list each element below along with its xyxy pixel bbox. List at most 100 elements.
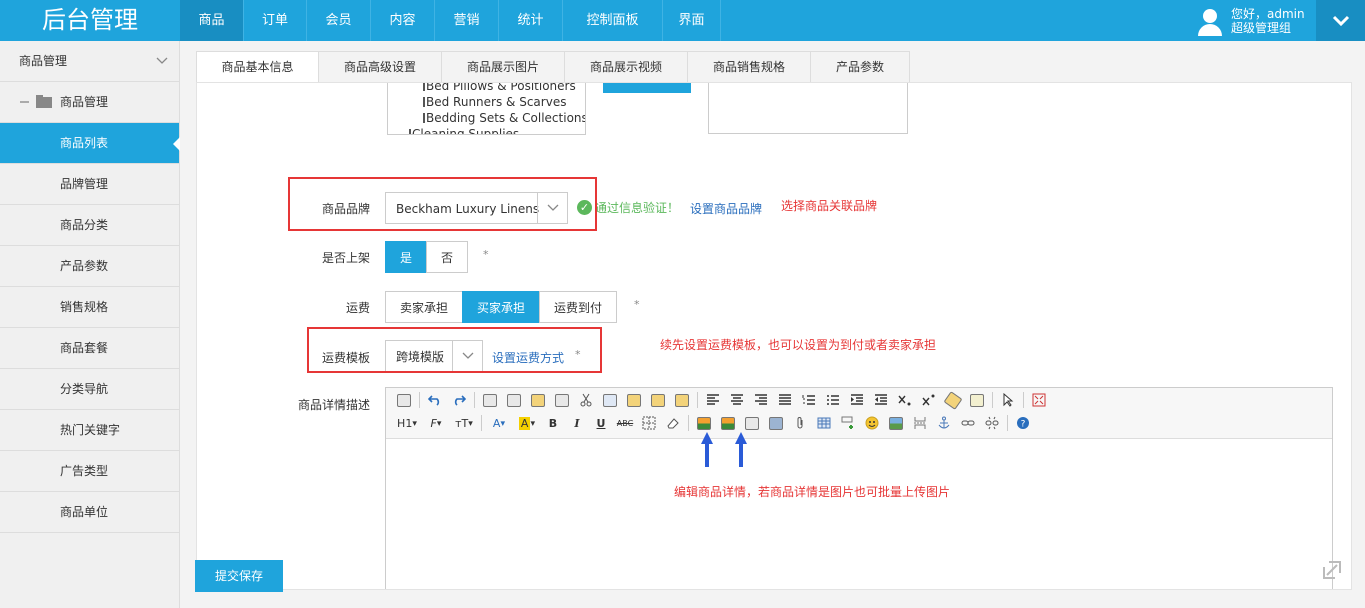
table-border-icon[interactable] xyxy=(637,412,661,434)
print-icon[interactable] xyxy=(502,389,526,411)
ordered-list-icon[interactable] xyxy=(797,389,821,411)
anchor-icon[interactable] xyxy=(932,412,956,434)
preview-icon[interactable] xyxy=(478,389,502,411)
nav-item-content[interactable]: 内容 xyxy=(371,0,435,41)
align-justify-icon[interactable] xyxy=(773,389,797,411)
sidebar-item-goods-list[interactable]: 商品列表 xyxy=(0,123,180,164)
underline-icon[interactable]: U xyxy=(589,412,613,434)
align-right-icon[interactable] xyxy=(749,389,773,411)
sidebar-item-sales-specs[interactable]: 销售规格 xyxy=(0,287,179,328)
insert-row-icon[interactable] xyxy=(836,412,860,434)
tab-basic-info[interactable]: 商品基本信息 xyxy=(196,51,319,82)
brand-annotation: 选择商品关联品牌 xyxy=(781,199,878,213)
superscript-icon[interactable] xyxy=(917,389,941,411)
submit-save-button[interactable]: 提交保存 xyxy=(195,560,283,592)
nav-item-members[interactable]: 会员 xyxy=(307,0,371,41)
align-left-icon[interactable] xyxy=(701,389,725,411)
editor-toolbar: H1 ▾ F ▾ тT ▾ A ▾ A ▾ B I U ABC ? xyxy=(386,388,1332,439)
sidebar-item-goods-category[interactable]: 商品分类 xyxy=(0,205,179,246)
undo-icon[interactable] xyxy=(423,389,447,411)
font-family-dropdown[interactable]: F ▾ xyxy=(422,412,450,434)
heading-dropdown[interactable]: H1 ▾ xyxy=(392,412,422,434)
shipping-buyer-button[interactable]: 买家承担 xyxy=(462,291,541,323)
clear-format-icon[interactable] xyxy=(941,389,965,411)
nav-item-control-panel[interactable]: 控制面板 xyxy=(563,0,663,41)
category-item[interactable]: Cleaning Supplies xyxy=(408,126,519,134)
subscript-icon[interactable] xyxy=(893,389,917,411)
shipping-seller-button[interactable]: 卖家承担 xyxy=(385,291,464,323)
nav-item-goods[interactable]: 商品 xyxy=(180,0,244,41)
attachment-icon[interactable] xyxy=(788,412,812,434)
user-greeting: 您好，admin xyxy=(1231,6,1305,21)
paste-text-icon[interactable] xyxy=(646,389,670,411)
user-menu-chevron-down-icon[interactable] xyxy=(1316,0,1365,41)
code-icon[interactable] xyxy=(550,389,574,411)
detail-label: 商品详情描述 xyxy=(297,398,370,412)
sidebar-group-goods-management[interactable]: 商品管理 xyxy=(0,82,179,123)
tab-bar: 商品基本信息 商品高级设置 商品展示图片 商品展示视频 商品销售规格 产品参数 xyxy=(196,51,910,82)
tab-product-params[interactable]: 产品参数 xyxy=(810,51,910,82)
select-all-icon[interactable] xyxy=(965,389,989,411)
sidebar-item-goods-package[interactable]: 商品套餐 xyxy=(0,328,179,369)
sidebar-item-product-params[interactable]: 产品参数 xyxy=(0,246,179,287)
unlink-icon[interactable] xyxy=(980,412,1004,434)
emoticon-icon[interactable] xyxy=(860,412,884,434)
copy-icon[interactable] xyxy=(598,389,622,411)
tab-advanced-settings[interactable]: 商品高级设置 xyxy=(318,51,442,82)
on-sale-no-button[interactable]: 否 xyxy=(426,241,469,273)
unordered-list-icon[interactable] xyxy=(821,389,845,411)
category-tree[interactable]: Bed Pillows & Positioners Bed Runners & … xyxy=(387,83,586,135)
bold-icon[interactable]: B xyxy=(541,412,565,434)
table-icon[interactable] xyxy=(812,412,836,434)
highlight-color-dropdown[interactable]: A ▾ xyxy=(513,412,541,434)
sidebar-item-goods-units[interactable]: 商品单位 xyxy=(0,492,179,533)
font-color-dropdown[interactable]: A ▾ xyxy=(485,412,513,434)
source-icon[interactable] xyxy=(392,389,416,411)
paste-word-icon[interactable] xyxy=(670,389,694,411)
nav-item-interface[interactable]: 界面 xyxy=(663,0,721,41)
main-nav: 商品 订单 会员 内容 营销 统计 控制面板 界面 xyxy=(180,0,721,41)
italic-icon[interactable]: I xyxy=(565,412,589,434)
fullscreen-icon[interactable] xyxy=(1027,389,1051,411)
nav-item-stats[interactable]: 统计 xyxy=(499,0,563,41)
category-item[interactable]: Bed Runners & Scarves xyxy=(422,94,566,110)
redo-icon[interactable] xyxy=(447,389,471,411)
paste-icon[interactable] xyxy=(622,389,646,411)
tab-display-video[interactable]: 商品展示视频 xyxy=(564,51,688,82)
sidebar-item-brand-management[interactable]: 品牌管理 xyxy=(0,164,179,205)
nav-item-orders[interactable]: 订单 xyxy=(244,0,307,41)
category-action-button[interactable] xyxy=(603,83,691,93)
sidebar-section-goods-management[interactable]: 商品管理 xyxy=(0,41,179,82)
sidebar-item-hot-keywords[interactable]: 热门关键字 xyxy=(0,410,179,451)
tab-display-images[interactable]: 商品展示图片 xyxy=(441,51,565,82)
help-icon[interactable]: ? xyxy=(1011,412,1035,434)
sidebar: 商品管理 商品管理 商品列表 品牌管理 商品分类 产品参数 销售规格 商品套餐 … xyxy=(0,41,180,608)
cursor-icon[interactable] xyxy=(996,389,1020,411)
outdent-icon[interactable] xyxy=(869,389,893,411)
resize-corner-icon[interactable] xyxy=(1321,559,1343,584)
shipping-toggle: 卖家承担 买家承担 运费到付 xyxy=(385,291,618,323)
image-gallery-icon[interactable] xyxy=(884,412,908,434)
user-info[interactable]: 您好，admin 超级管理组 xyxy=(1195,0,1305,41)
link-icon[interactable] xyxy=(956,412,980,434)
set-brand-link[interactable]: 设置商品品牌 xyxy=(690,200,762,217)
align-center-icon[interactable] xyxy=(725,389,749,411)
tab-sales-specs[interactable]: 商品销售规格 xyxy=(687,51,811,82)
category-item[interactable]: Bed Pillows & Positioners xyxy=(423,83,576,94)
editor-annotation: 编辑商品详情，若商品详情是图片也可批量上传图片 xyxy=(674,485,951,499)
strikethrough-icon[interactable]: ABC xyxy=(613,412,637,434)
nav-item-marketing[interactable]: 营销 xyxy=(435,0,499,41)
template-icon[interactable] xyxy=(526,389,550,411)
category-item[interactable]: Bedding Sets & Collections xyxy=(423,110,585,126)
sidebar-item-category-nav[interactable]: 分类导航 xyxy=(0,369,179,410)
video-icon[interactable] xyxy=(764,412,788,434)
shipping-cod-button[interactable]: 运费到付 xyxy=(539,291,618,323)
indent-icon[interactable] xyxy=(845,389,869,411)
on-sale-yes-button[interactable]: 是 xyxy=(385,241,428,273)
cut-icon[interactable] xyxy=(574,389,598,411)
editor-content-area[interactable] xyxy=(386,439,1332,589)
font-size-dropdown[interactable]: тT ▾ xyxy=(450,412,478,434)
sidebar-item-ad-types[interactable]: 广告类型 xyxy=(0,451,179,492)
page-break-icon[interactable] xyxy=(908,412,932,434)
eraser-icon[interactable] xyxy=(661,412,685,434)
